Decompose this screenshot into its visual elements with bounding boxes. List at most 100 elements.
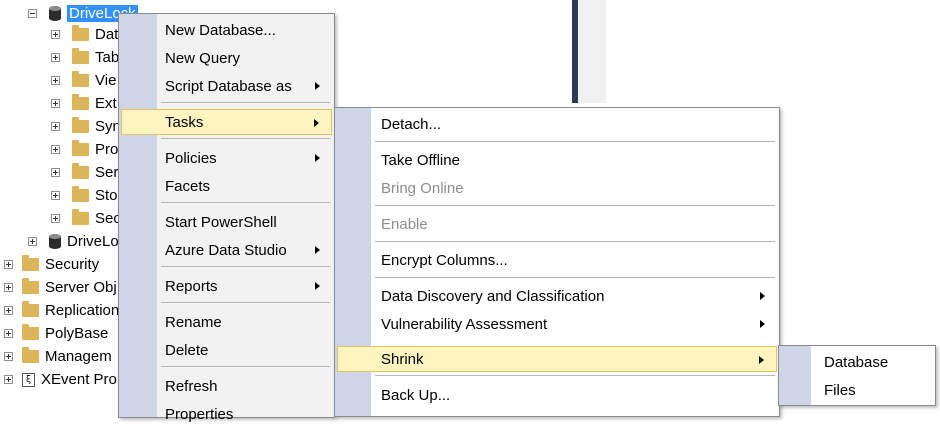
menu-item-policies[interactable]: Policies: [121, 145, 332, 171]
tree-node-management[interactable]: Managem: [4, 345, 112, 368]
submenu-arrow-icon: [759, 356, 764, 364]
menu-item-shrink-files[interactable]: Files: [781, 377, 933, 403]
expand-icon[interactable]: [51, 214, 60, 223]
tree-node-polybase[interactable]: PolyBase: [4, 322, 108, 345]
expand-icon[interactable]: [4, 283, 13, 292]
menu-item-vulnerability-assessment[interactable]: Vulnerability Assessment: [337, 311, 777, 337]
tree-node-label: Dat: [95, 26, 119, 43]
tree-node-label: Sto: [95, 187, 118, 204]
menu-item-bring-online[interactable]: Bring Online: [337, 175, 777, 201]
expand-icon[interactable]: [51, 99, 60, 108]
database-context-menu: New Database... New Query Script Databas…: [118, 13, 335, 423]
menu-item-reports[interactable]: Reports: [121, 273, 332, 299]
tree-node-child[interactable]: Dat: [51, 23, 118, 46]
expand-icon[interactable]: [4, 306, 13, 315]
tree-node-child[interactable]: Syn: [51, 115, 121, 138]
menu-item-label: Delete: [165, 341, 209, 359]
expand-icon[interactable]: [51, 76, 60, 85]
submenu-arrow-icon: [760, 292, 765, 300]
collapse-icon[interactable]: [28, 9, 37, 18]
menu-item-shrink-database[interactable]: Database: [781, 349, 933, 375]
menu-item-label: Facets: [165, 177, 211, 195]
menu-separator: [375, 375, 775, 376]
menu-item-label: New Query: [165, 49, 241, 67]
expand-icon[interactable]: [4, 329, 13, 338]
menu-item-label: Take Offline: [381, 151, 460, 169]
folder-icon: [22, 255, 39, 271]
submenu-arrow-icon: [314, 119, 319, 127]
folder-icon: [22, 301, 39, 317]
menu-separator: [375, 141, 775, 142]
menu-item-label: Back Up...: [381, 386, 451, 404]
tasks-submenu: Detach... Take Offline Bring Online Enab…: [334, 107, 780, 417]
menu-separator: [375, 277, 775, 278]
tree-node-label: Security: [45, 256, 100, 273]
menu-separator: [375, 205, 775, 206]
tree-node-server-objects[interactable]: Server Obj: [4, 276, 117, 299]
menu-item-azure-data-studio[interactable]: Azure Data Studio: [121, 237, 332, 263]
menu-item-enable[interactable]: Enable: [337, 211, 777, 237]
tree-node-child[interactable]: Sec: [51, 207, 121, 230]
tree-node-database[interactable]: DriveLo: [28, 230, 119, 253]
expand-icon[interactable]: [51, 168, 60, 177]
menu-item-detach[interactable]: Detach...: [337, 111, 777, 137]
menu-item-facets[interactable]: Facets: [121, 173, 332, 199]
tree-node-child[interactable]: Ser: [51, 161, 118, 184]
menu-item-tasks[interactable]: Tasks: [121, 109, 332, 135]
tree-node-child[interactable]: Sto: [51, 184, 118, 207]
tree-node-label: Ser: [95, 164, 119, 181]
tree-node-label: Server Obj: [45, 279, 117, 296]
expand-icon[interactable]: [51, 145, 60, 154]
folder-icon: [72, 25, 89, 41]
menu-item-rename[interactable]: Rename: [121, 309, 332, 335]
menu-separator: [161, 366, 330, 367]
expand-icon[interactable]: [28, 237, 37, 246]
menu-item-delete[interactable]: Delete: [121, 337, 332, 363]
tree-node-child[interactable]: Pro: [51, 138, 118, 161]
document-panel: [578, 0, 606, 103]
menu-item-take-offline[interactable]: Take Offline: [337, 147, 777, 173]
expand-icon[interactable]: [4, 352, 13, 361]
tree-node-child[interactable]: Vie: [51, 69, 116, 92]
folder-icon: [22, 347, 39, 363]
menu-separator: [375, 241, 775, 242]
menu-item-label: Properties: [165, 405, 234, 423]
expand-icon[interactable]: [51, 191, 60, 200]
submenu-arrow-icon: [760, 320, 765, 328]
menu-item-shrink[interactable]: Shrink: [337, 346, 777, 372]
tree-node-child[interactable]: Ext: [51, 92, 117, 115]
folder-icon: [72, 186, 89, 202]
menu-item-label: Refresh: [165, 377, 218, 395]
tree-node-label: Managem: [45, 348, 112, 365]
menu-item-back-up[interactable]: Back Up...: [337, 382, 777, 408]
submenu-arrow-icon: [315, 282, 320, 290]
menu-item-label: Script Database as: [165, 77, 292, 95]
menu-item-data-discovery[interactable]: Data Discovery and Classification: [337, 283, 777, 309]
tree-node-child[interactable]: Tab: [51, 46, 119, 69]
expand-icon[interactable]: [4, 260, 13, 269]
menu-item-new-query[interactable]: New Query: [121, 45, 332, 71]
expand-icon[interactable]: [4, 375, 13, 384]
tree-node-xevent-profiler[interactable]: ξ XEvent Pro: [4, 368, 117, 391]
menu-item-label: New Database...: [165, 21, 276, 39]
shrink-submenu: Database Files: [778, 345, 936, 406]
folder-icon: [72, 94, 89, 110]
menu-item-label: Azure Data Studio: [165, 241, 287, 259]
menu-item-refresh[interactable]: Refresh: [121, 373, 332, 399]
menu-item-new-database[interactable]: New Database...: [121, 17, 332, 43]
menu-item-script-database[interactable]: Script Database as: [121, 73, 332, 99]
menu-item-label: Data Discovery and Classification: [381, 287, 605, 305]
menu-item-label: Rename: [165, 313, 222, 331]
menu-item-label: Reports: [165, 277, 218, 295]
menu-item-start-powershell[interactable]: Start PowerShell: [121, 209, 332, 235]
tree-node-replication[interactable]: Replication: [4, 299, 119, 322]
expand-icon[interactable]: [51, 30, 60, 39]
folder-icon: [72, 140, 89, 156]
expand-icon[interactable]: [51, 122, 60, 131]
menu-separator: [161, 102, 330, 103]
menu-item-properties[interactable]: Properties: [121, 401, 332, 427]
folder-icon: [72, 71, 89, 87]
tree-node-security[interactable]: Security: [4, 253, 99, 276]
menu-item-encrypt-columns[interactable]: Encrypt Columns...: [337, 247, 777, 273]
expand-icon[interactable]: [51, 53, 60, 62]
